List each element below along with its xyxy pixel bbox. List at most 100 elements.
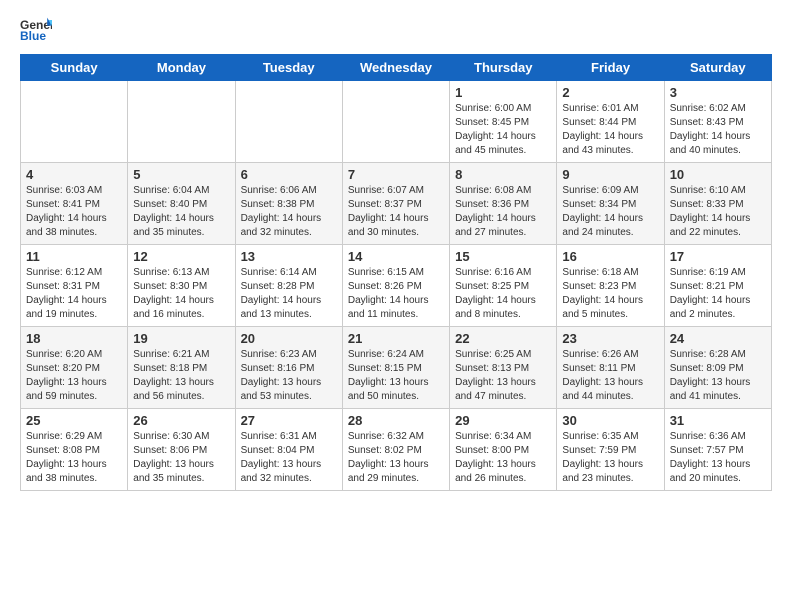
cell-info: Sunrise: 6:29 AM Sunset: 8:08 PM Dayligh… [26, 430, 122, 486]
day-number: 13 [241, 249, 337, 264]
calendar-cell: 3 Sunrise: 6:02 AM Sunset: 8:43 PM Daylig… [664, 81, 771, 163]
day-number: 4 [26, 167, 122, 182]
calendar-cell: 10 Sunrise: 6:10 AM Sunset: 8:33 PM Dayli… [664, 163, 771, 245]
header: General Blue [20, 16, 772, 44]
day-of-week-monday: Monday [128, 55, 235, 81]
day-number: 27 [241, 413, 337, 428]
calendar-cell [235, 81, 342, 163]
logo-icon: General Blue [20, 16, 52, 44]
cell-info: Sunrise: 6:08 AM Sunset: 8:36 PM Dayligh… [455, 184, 551, 240]
cell-info: Sunrise: 6:06 AM Sunset: 8:38 PM Dayligh… [241, 184, 337, 240]
week-row-4: 18 Sunrise: 6:20 AM Sunset: 8:20 PM Dayli… [21, 327, 772, 409]
calendar-table: SundayMondayTuesdayWednesdayThursdayFrid… [20, 54, 772, 491]
cell-info: Sunrise: 6:31 AM Sunset: 8:04 PM Dayligh… [241, 430, 337, 486]
day-number: 11 [26, 249, 122, 264]
cell-info: Sunrise: 6:15 AM Sunset: 8:26 PM Dayligh… [348, 266, 444, 322]
day-number: 23 [562, 331, 658, 346]
calendar-cell: 22Sunrise: 6:25 AM Sunset: 8:13 PM Dayli… [450, 327, 557, 409]
calendar-cell: 4 Sunrise: 6:03 AM Sunset: 8:41 PM Daylig… [21, 163, 128, 245]
cell-info: Sunrise: 6:24 AM Sunset: 8:15 PM Dayligh… [348, 348, 444, 404]
calendar-cell: 2Sunrise: 6:01 AM Sunset: 8:44 PM Daylig… [557, 81, 664, 163]
day-of-week-friday: Friday [557, 55, 664, 81]
cell-info: Sunrise: 6:25 AM Sunset: 8:13 PM Dayligh… [455, 348, 551, 404]
calendar-cell: 27 Sunrise: 6:31 AM Sunset: 8:04 PM Dayli… [235, 409, 342, 491]
calendar-cell: 1Sunrise: 6:00 AM Sunset: 8:45 PM Daylig… [450, 81, 557, 163]
calendar-cell: 5Sunrise: 6:04 AM Sunset: 8:40 PM Daylig… [128, 163, 235, 245]
cell-info: Sunrise: 6:09 AM Sunset: 8:34 PM Dayligh… [562, 184, 658, 240]
cell-info: Sunrise: 6:18 AM Sunset: 8:23 PM Dayligh… [562, 266, 658, 322]
calendar-cell: 29 Sunrise: 6:34 AM Sunset: 8:00 PM Dayli… [450, 409, 557, 491]
calendar-cell: 15 Sunrise: 6:16 AM Sunset: 8:25 PM Dayli… [450, 245, 557, 327]
cell-info: Sunrise: 6:19 AM Sunset: 8:21 PM Dayligh… [670, 266, 766, 322]
calendar-cell: 12 Sunrise: 6:13 AM Sunset: 8:30 PM Dayli… [128, 245, 235, 327]
day-number: 7 [348, 167, 444, 182]
calendar-cell: 18 Sunrise: 6:20 AM Sunset: 8:20 PM Dayli… [21, 327, 128, 409]
calendar-cell: 30 Sunrise: 6:35 AM Sunset: 7:59 PM Dayli… [557, 409, 664, 491]
calendar-cell: 17 Sunrise: 6:19 AM Sunset: 8:21 PM Dayli… [664, 245, 771, 327]
day-number: 25 [26, 413, 122, 428]
day-number: 12 [133, 249, 229, 264]
day-number: 21 [348, 331, 444, 346]
day-of-week-tuesday: Tuesday [235, 55, 342, 81]
logo: General Blue [20, 16, 52, 44]
cell-info: Sunrise: 6:26 AM Sunset: 8:11 PM Dayligh… [562, 348, 658, 404]
day-of-week-thursday: Thursday [450, 55, 557, 81]
day-of-week-sunday: Sunday [21, 55, 128, 81]
day-number: 19 [133, 331, 229, 346]
day-number: 3 [670, 85, 766, 100]
day-number: 29 [455, 413, 551, 428]
day-number: 31 [670, 413, 766, 428]
week-row-5: 25 Sunrise: 6:29 AM Sunset: 8:08 PM Dayli… [21, 409, 772, 491]
calendar-cell [342, 81, 449, 163]
cell-info: Sunrise: 6:21 AM Sunset: 8:18 PM Dayligh… [133, 348, 229, 404]
cell-info: Sunrise: 6:20 AM Sunset: 8:20 PM Dayligh… [26, 348, 122, 404]
cell-info: Sunrise: 6:07 AM Sunset: 8:37 PM Dayligh… [348, 184, 444, 240]
day-number: 20 [241, 331, 337, 346]
calendar-cell: 21 Sunrise: 6:24 AM Sunset: 8:15 PM Dayli… [342, 327, 449, 409]
day-number: 14 [348, 249, 444, 264]
day-number: 10 [670, 167, 766, 182]
cell-info: Sunrise: 6:34 AM Sunset: 8:00 PM Dayligh… [455, 430, 551, 486]
day-number: 2 [562, 85, 658, 100]
calendar-cell: 16Sunrise: 6:18 AM Sunset: 8:23 PM Dayli… [557, 245, 664, 327]
cell-info: Sunrise: 6:02 AM Sunset: 8:43 PM Dayligh… [670, 102, 766, 158]
calendar-cell: 11 Sunrise: 6:12 AM Sunset: 8:31 PM Dayli… [21, 245, 128, 327]
calendar-cell: 31 Sunrise: 6:36 AM Sunset: 7:57 PM Dayli… [664, 409, 771, 491]
calendar-cell: 28Sunrise: 6:32 AM Sunset: 8:02 PM Dayli… [342, 409, 449, 491]
cell-info: Sunrise: 6:36 AM Sunset: 7:57 PM Dayligh… [670, 430, 766, 486]
calendar-cell: 23 Sunrise: 6:26 AM Sunset: 8:11 PM Dayli… [557, 327, 664, 409]
day-number: 18 [26, 331, 122, 346]
cell-info: Sunrise: 6:35 AM Sunset: 7:59 PM Dayligh… [562, 430, 658, 486]
week-row-3: 11 Sunrise: 6:12 AM Sunset: 8:31 PM Dayli… [21, 245, 772, 327]
day-number: 26 [133, 413, 229, 428]
day-number: 30 [562, 413, 658, 428]
day-of-week-wednesday: Wednesday [342, 55, 449, 81]
calendar-cell: 14 Sunrise: 6:15 AM Sunset: 8:26 PM Dayli… [342, 245, 449, 327]
calendar-cell: 24 Sunrise: 6:28 AM Sunset: 8:09 PM Dayli… [664, 327, 771, 409]
days-header-row: SundayMondayTuesdayWednesdayThursdayFrid… [21, 55, 772, 81]
cell-info: Sunrise: 6:28 AM Sunset: 8:09 PM Dayligh… [670, 348, 766, 404]
cell-info: Sunrise: 6:16 AM Sunset: 8:25 PM Dayligh… [455, 266, 551, 322]
calendar-cell: 7 Sunrise: 6:07 AM Sunset: 8:37 PM Daylig… [342, 163, 449, 245]
cell-info: Sunrise: 6:12 AM Sunset: 8:31 PM Dayligh… [26, 266, 122, 322]
cell-info: Sunrise: 6:10 AM Sunset: 8:33 PM Dayligh… [670, 184, 766, 240]
day-number: 17 [670, 249, 766, 264]
cell-info: Sunrise: 6:30 AM Sunset: 8:06 PM Dayligh… [133, 430, 229, 486]
day-number: 1 [455, 85, 551, 100]
day-number: 8 [455, 167, 551, 182]
day-number: 6 [241, 167, 337, 182]
calendar-cell: 26 Sunrise: 6:30 AM Sunset: 8:06 PM Dayli… [128, 409, 235, 491]
week-row-1: 1Sunrise: 6:00 AM Sunset: 8:45 PM Daylig… [21, 81, 772, 163]
calendar-cell: 6 Sunrise: 6:06 AM Sunset: 8:38 PM Daylig… [235, 163, 342, 245]
cell-info: Sunrise: 6:13 AM Sunset: 8:30 PM Dayligh… [133, 266, 229, 322]
cell-info: Sunrise: 6:03 AM Sunset: 8:41 PM Dayligh… [26, 184, 122, 240]
calendar-cell [128, 81, 235, 163]
day-number: 28 [348, 413, 444, 428]
calendar-cell [21, 81, 128, 163]
calendar-cell: 25 Sunrise: 6:29 AM Sunset: 8:08 PM Dayli… [21, 409, 128, 491]
calendar-cell: 19 Sunrise: 6:21 AM Sunset: 8:18 PM Dayli… [128, 327, 235, 409]
day-number: 24 [670, 331, 766, 346]
week-row-2: 4 Sunrise: 6:03 AM Sunset: 8:41 PM Daylig… [21, 163, 772, 245]
day-number: 15 [455, 249, 551, 264]
cell-info: Sunrise: 6:04 AM Sunset: 8:40 PM Dayligh… [133, 184, 229, 240]
